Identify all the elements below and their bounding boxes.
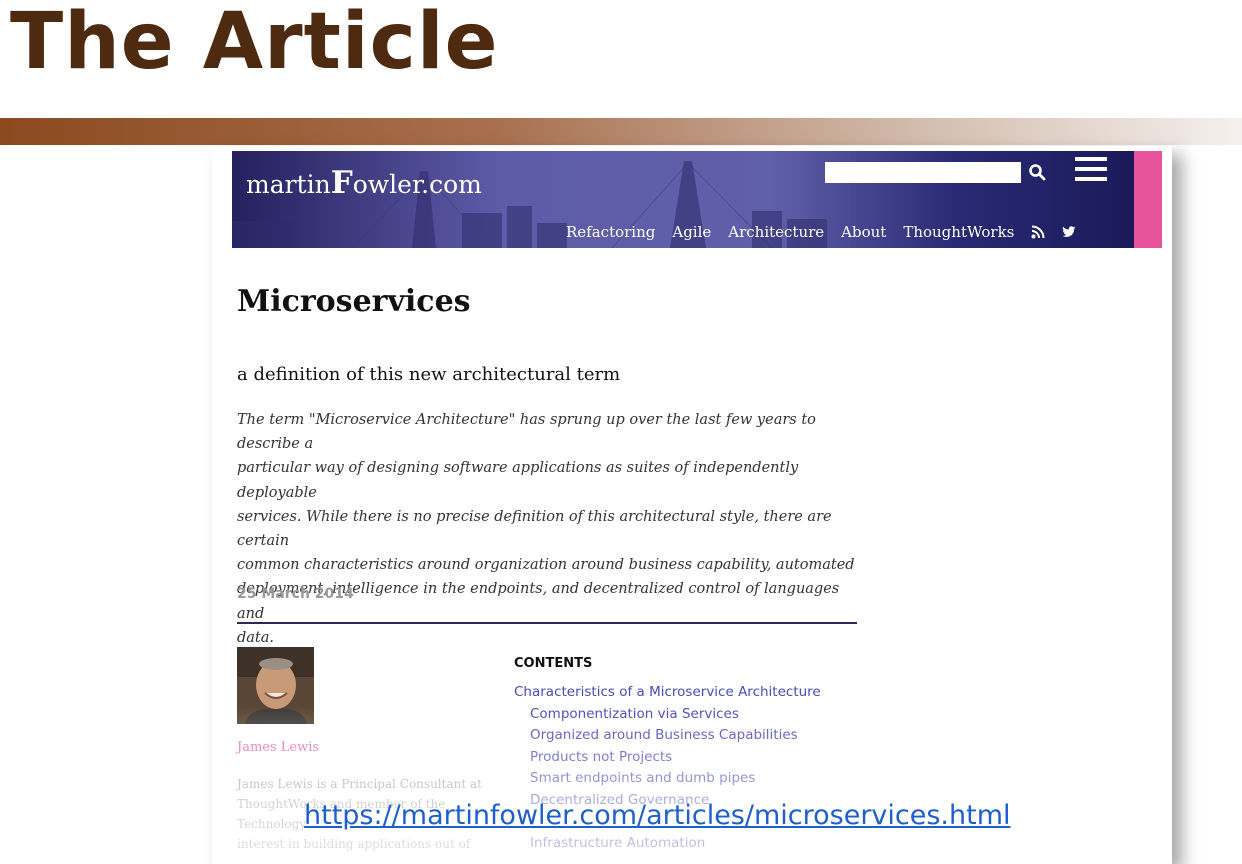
- search-input[interactable]: [825, 162, 1021, 183]
- nav-thoughtworks[interactable]: ThoughtWorks: [903, 223, 1014, 241]
- nav-about[interactable]: About: [841, 223, 886, 241]
- author-avatar[interactable]: [237, 647, 314, 724]
- article-abstract: The term "Microservice Architecture" has…: [237, 408, 867, 650]
- bio-line: James Lewis is a Principal Consultant at: [237, 777, 482, 791]
- menu-icon-bar: [1075, 177, 1107, 181]
- nav-refactoring[interactable]: Refactoring: [566, 223, 655, 241]
- nav-architecture[interactable]: Architecture: [728, 223, 824, 241]
- article-date: 25 March 2014: [237, 586, 354, 602]
- abstract-line: particular way of designing software app…: [237, 460, 799, 501]
- toc-item[interactable]: Smart endpoints and dumb pipes: [514, 770, 821, 792]
- search-icon[interactable]: [1028, 163, 1046, 181]
- toc-item[interactable]: Characteristics of a Microservice Archit…: [514, 684, 821, 706]
- nav-agile[interactable]: Agile: [672, 223, 711, 241]
- toc-item[interactable]: Products not Projects: [514, 749, 821, 771]
- toc-item[interactable]: Componentization via Services: [514, 706, 821, 728]
- contents-heading: CONTENTS: [514, 656, 593, 671]
- bio-line: interest in building applications out of: [237, 837, 471, 851]
- article-subtitle: a definition of this new architectural t…: [237, 364, 621, 385]
- accent-strip: [1134, 151, 1162, 248]
- site-header: martinFowler.com Refactoring Agile Archi…: [232, 151, 1134, 248]
- toc-item[interactable]: Organized around Business Capabilities: [514, 727, 821, 749]
- slide-title: The Article: [10, 0, 499, 87]
- article-url-link[interactable]: https://martinfowler.com/articles/micros…: [304, 800, 1011, 831]
- article-screenshot: martinFowler.com Refactoring Agile Archi…: [212, 146, 1172, 864]
- rss-icon[interactable]: [1031, 225, 1045, 239]
- menu-icon-bar: [1075, 157, 1107, 161]
- menu-icon-bar: [1075, 167, 1107, 171]
- author-name[interactable]: James Lewis: [237, 740, 319, 755]
- twitter-icon[interactable]: [1062, 225, 1076, 239]
- site-logo[interactable]: martinFowler.com: [246, 165, 482, 201]
- toc-item[interactable]: Infrastructure Automation: [514, 835, 821, 857]
- logo-suffix: owler.com: [352, 170, 482, 199]
- article-title: Microservices: [237, 284, 471, 319]
- section-divider: [237, 622, 857, 624]
- abstract-line: common characteristics around organizati…: [237, 557, 855, 574]
- abstract-line: data.: [237, 629, 275, 646]
- abstract-line: services. While there is no precise defi…: [237, 508, 832, 550]
- logo-initial: F: [330, 165, 353, 201]
- menu-icon[interactable]: [1075, 157, 1107, 183]
- site-nav: Refactoring Agile Architecture About Tho…: [566, 223, 1076, 241]
- abstract-line: The term "Microservice Architecture" has…: [237, 412, 816, 453]
- logo-prefix: martin: [246, 170, 331, 199]
- title-divider-bar: [0, 118, 1242, 145]
